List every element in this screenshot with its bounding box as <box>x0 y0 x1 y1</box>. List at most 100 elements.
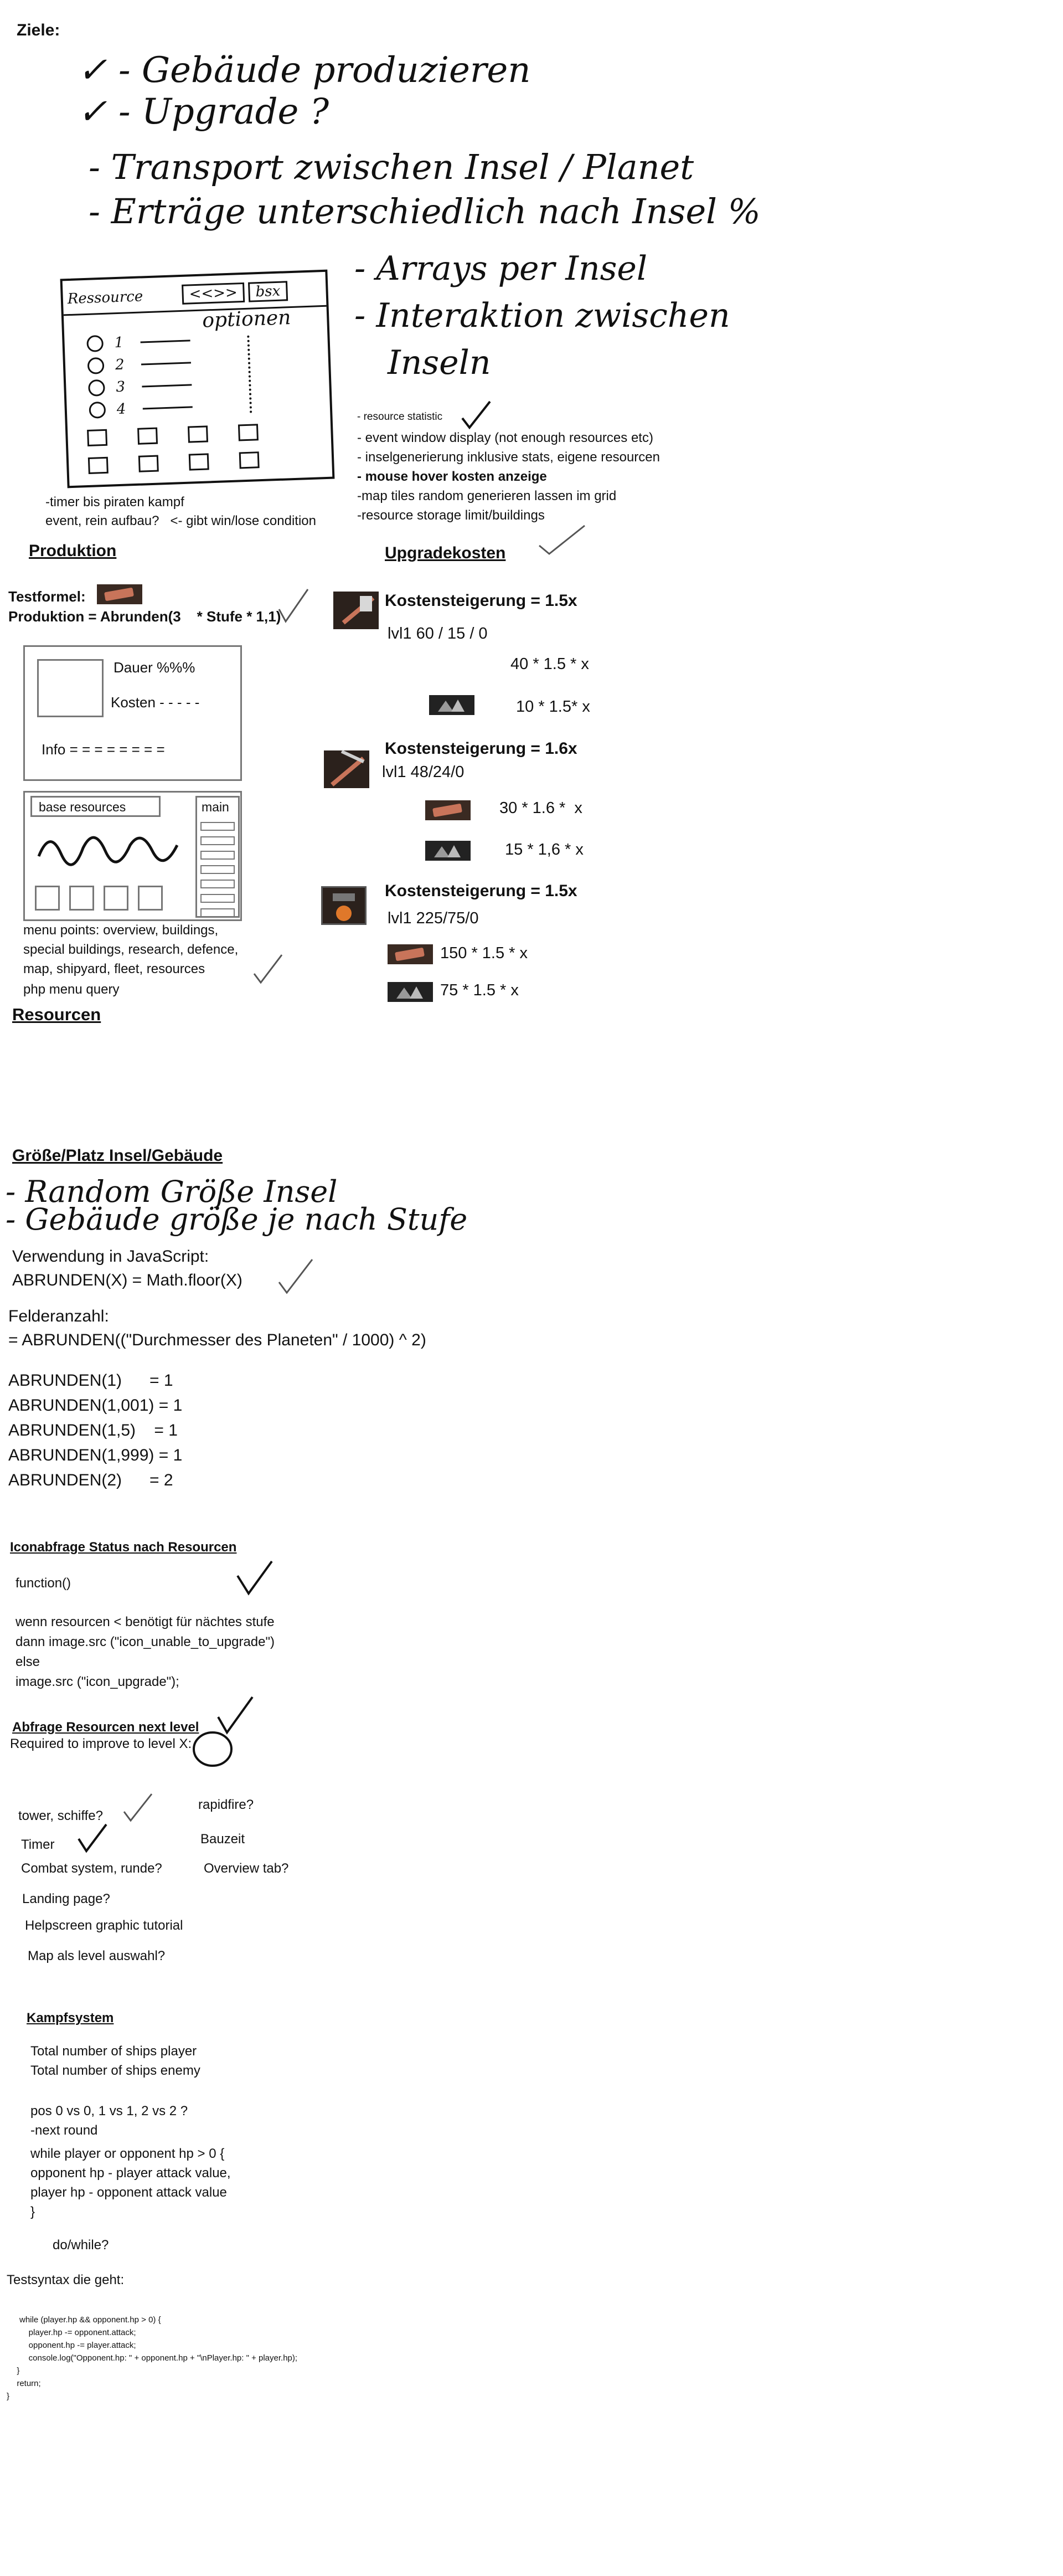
kampf-line: player hp - opponent attack value <box>30 2185 227 2200</box>
note-overview: Overview tab? <box>204 1861 289 1876</box>
produktion-heading: Produktion <box>29 542 117 560</box>
check-mark-icon <box>278 589 309 623</box>
sketch-tab-box: bsx <box>247 281 288 302</box>
iconabfrage-line: image.src ("icon_upgrade"); <box>16 1674 179 1689</box>
js-usage-label: Verwendung in JavaScript: <box>12 1247 209 1266</box>
goal-transport: - Transport zwischen Insel / Planet <box>89 147 694 187</box>
sketch-row-num: 1 <box>114 334 124 352</box>
wireframe-base-resources-box: base resources <box>30 796 161 817</box>
kampf-line: Total number of ships player <box>30 2044 197 2059</box>
code-line: while (player.hp && opponent.hp > 0) { <box>19 2315 161 2325</box>
todo-storage-limit: -resource storage limit/buildings <box>357 508 545 523</box>
upgrade-block3-cost1: 150 * 1.5 * x <box>440 944 528 962</box>
groesse-heading: Größe/Platz Insel/Gebäude <box>12 1146 223 1165</box>
abrunden-example: ABRUNDEN(1,5) = 1 <box>8 1421 178 1439</box>
wireframe-image-placeholder <box>37 659 104 717</box>
check-mark-icon <box>253 954 283 984</box>
kampf-line: } <box>30 2204 35 2219</box>
kampf-dowhile: do/while? <box>53 2238 109 2253</box>
menu-points-line4: php menu query <box>23 982 120 997</box>
axe-icon <box>333 592 379 629</box>
wireframe-info-box: Dauer %%% Kosten - - - - - Info = = = = … <box>23 645 242 781</box>
abfrage-heading: Abfrage Resourcen next level <box>12 1720 199 1735</box>
todo-island-generation: - inselgenerierung inklusive stats, eige… <box>357 450 660 465</box>
sketch-tab-resources: Ressource <box>67 288 143 308</box>
abfrage-required-text: Required to improve to level X: <box>10 1736 192 1751</box>
pickaxe-icon <box>324 749 369 788</box>
wireframe-main-menu: main <box>195 796 240 918</box>
stone-resource-icon <box>429 695 474 715</box>
upgrade-block2-cost2: 15 * 1,6 * x <box>505 841 584 858</box>
check-mark-icon <box>539 525 585 555</box>
todo-resource-statistic: - resource statistic <box>357 411 443 423</box>
upgrade-block2-cost1: 30 * 1.6 * x <box>499 799 582 817</box>
goal-yield: - Erträge unterschiedlich nach Insel % <box>89 191 761 232</box>
sketch-row-num: 2 <box>115 356 125 374</box>
stone-resource-icon <box>425 841 471 861</box>
goal-buildings: ✓ - Gebäude produzieren <box>78 50 531 91</box>
testsyntax-label: Testsyntax die geht: <box>7 2272 125 2287</box>
kampf-line: Total number of ships enemy <box>30 2063 200 2078</box>
check-mark-icon <box>278 1259 313 1294</box>
iconabfrage-heading: Iconabfrage Status nach Resourcen <box>10 1540 237 1555</box>
menu-points-line3: map, shipyard, fleet, resources <box>23 961 205 976</box>
page-title: Ziele: <box>17 21 60 39</box>
code-line: } <box>12 2366 20 2376</box>
code-line: player.hp -= opponent.attack; <box>19 2328 136 2337</box>
pirates-note-line1: -timer bis piraten kampf <box>45 495 184 510</box>
note-helpscreen: Helpscreen graphic tutorial <box>25 1918 183 1933</box>
sketch-dots <box>247 335 264 413</box>
sketch-tab-arrows: <<>> <box>182 282 245 305</box>
upgrade-block3-cost2: 75 * 1.5 * x <box>440 981 519 999</box>
js-floor-formula: ABRUNDEN(X) = Math.floor(X) <box>12 1271 242 1289</box>
wireframe-cost: Kosten - - - - - <box>111 694 200 711</box>
upgrade-block1-title: Kostensteigerung = 1.5x <box>385 592 577 610</box>
goal-arrays: - Arrays per Insel <box>354 249 648 288</box>
note-landing: Landing page? <box>22 1891 110 1906</box>
goal-interaction: - Interaktion zwischen <box>354 296 730 335</box>
wireframe-main-label: main <box>202 800 229 814</box>
abrunden-example: ABRUNDEN(1) = 1 <box>8 1371 173 1390</box>
wireframe-button-row <box>30 881 172 914</box>
check-mark-icon <box>461 400 491 430</box>
wood-resource-icon <box>97 584 142 604</box>
upgrade-block2-level: lvl1 48/24/0 <box>382 763 465 781</box>
code-line: return; <box>12 2379 41 2388</box>
menu-points-line1: menu points: overview, buildings, <box>23 923 219 938</box>
wood-resource-icon <box>425 800 471 820</box>
note-rapidfire: rapidfire? <box>198 1797 254 1812</box>
kampf-line: while player or opponent hp > 0 { <box>30 2146 225 2161</box>
upgrade-block1-cost1: 40 * 1.5 * x <box>510 655 589 673</box>
note-combat: Combat system, runde? <box>21 1861 162 1876</box>
upgrade-heading: Upgradekosten <box>385 544 506 562</box>
resourcen-heading: Resourcen <box>12 1005 101 1024</box>
felder-label: Felderanzahl: <box>8 1307 109 1325</box>
check-mark-icon <box>123 1793 153 1822</box>
wood-resource-icon <box>388 944 433 964</box>
testformel-label: Testformel: <box>8 588 86 605</box>
wireframe-main-box: base resources main <box>23 791 242 921</box>
circle-mark-icon <box>193 1731 233 1767</box>
kampf-line: -next round <box>30 2123 98 2138</box>
todo-map-tiles: -map tiles random generieren lassen im g… <box>357 489 617 503</box>
code-line: } <box>7 2392 10 2401</box>
kampf-line: opponent hp - player attack value, <box>30 2166 231 2181</box>
sketch-row-num: 4 <box>116 400 126 418</box>
iconabfrage-line: dann image.src ("icon_unable_to_upgrade"… <box>16 1634 275 1649</box>
abrunden-example: ABRUNDEN(1,999) = 1 <box>8 1446 183 1464</box>
furnace-icon <box>321 886 367 925</box>
abrunden-example: ABRUNDEN(2) = 2 <box>8 1471 173 1489</box>
menu-points-line2: special buildings, research, defence, <box>23 942 239 957</box>
todo-event-window: - event window display (not enough resou… <box>357 430 653 445</box>
sketch-row-num: 3 <box>115 378 126 396</box>
iconabfrage-line: else <box>16 1654 40 1669</box>
goal-islands: Inseln <box>388 343 491 382</box>
sketch-rows: 1 2 3 4 <box>86 329 193 421</box>
upgrade-block3-level: lvl1 225/75/0 <box>388 909 479 927</box>
wireframe-duration: Dauer %%% <box>113 659 195 676</box>
wireframe-info: Info = = = = = = = = <box>42 741 165 758</box>
production-formula: Produktion = Abrunden(3 * Stufe * 1,1) <box>8 608 281 625</box>
note-tower-ships: tower, schiffe? <box>18 1808 103 1823</box>
groesse-hw-building: - Gebäude größe je nach Stufe <box>6 1202 468 1237</box>
iconabfrage-function: function() <box>16 1576 71 1591</box>
